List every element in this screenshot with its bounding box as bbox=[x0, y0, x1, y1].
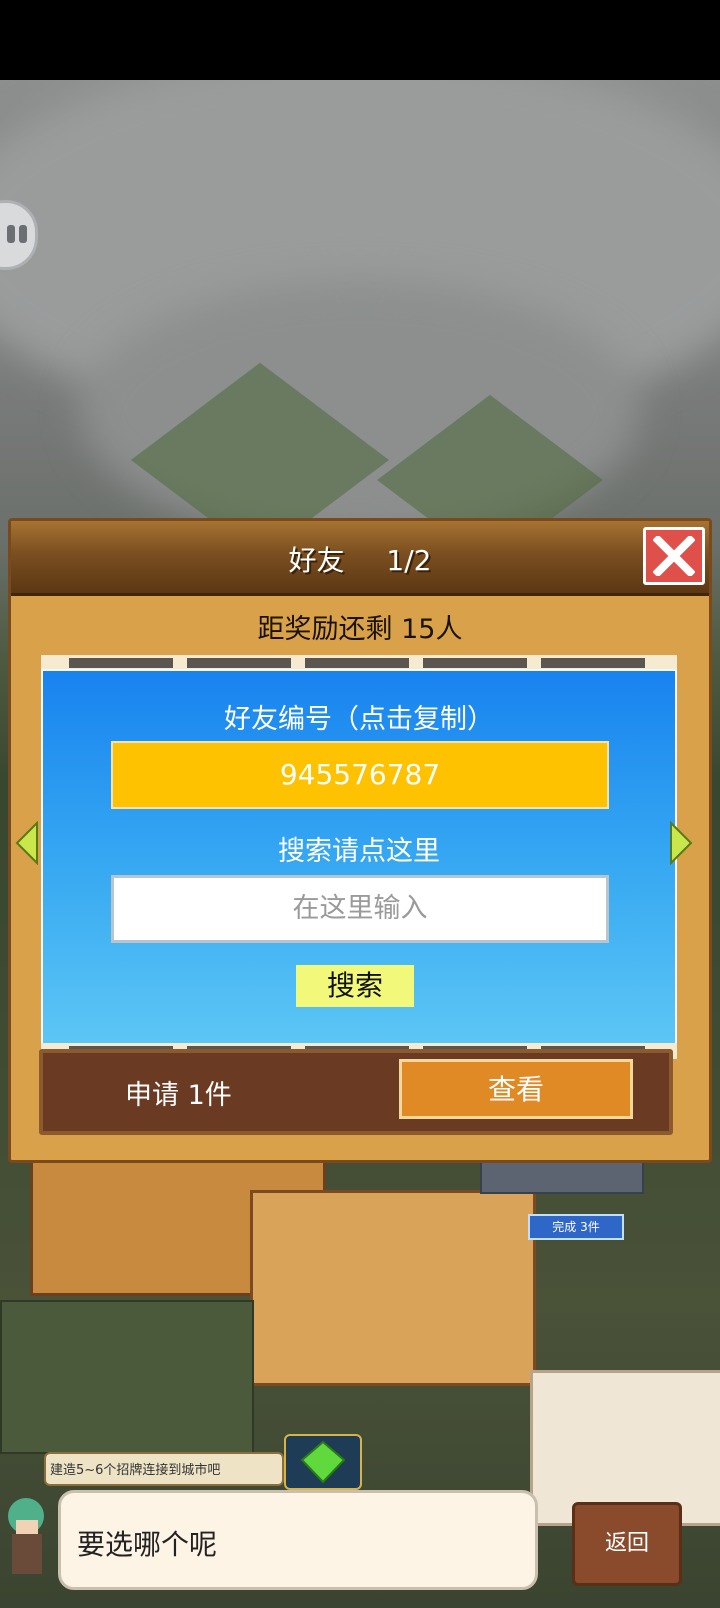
tab-slot[interactable] bbox=[423, 658, 527, 668]
tab-slot[interactable] bbox=[187, 658, 291, 668]
dialog-header: 好友 1/2 bbox=[11, 521, 709, 596]
dialog-title: 好友 1/2 bbox=[11, 539, 709, 579]
gem-icon bbox=[300, 1440, 346, 1484]
friend-panel: 好友编号（点击复制） 945576787 搜索请点这里 在这里输入 搜索 bbox=[41, 669, 677, 1045]
close-icon bbox=[653, 536, 695, 576]
complete-badge[interactable]: 完成 3件 bbox=[528, 1214, 624, 1240]
speech-text: 要选哪个呢 bbox=[77, 1528, 218, 1561]
request-count: 申请 1件 bbox=[125, 1080, 232, 1111]
friend-id-box[interactable]: 945576787 bbox=[111, 741, 609, 809]
close-button[interactable] bbox=[643, 527, 705, 585]
friend-id-label: 好友编号（点击复制） bbox=[224, 704, 494, 735]
search-input[interactable]: 在这里输入 bbox=[111, 875, 609, 943]
field-plot[interactable] bbox=[0, 1300, 254, 1454]
view-button[interactable]: 查看 bbox=[399, 1059, 633, 1119]
reward-status: 距奖励还剩 15人 bbox=[257, 614, 463, 645]
friends-dialog: 好友 1/2 距奖励还剩 15人 好友编号（点击复制） 945576787 搜索… bbox=[8, 518, 712, 1163]
dialog-title-text: 好友 bbox=[288, 544, 345, 577]
gem-button[interactable] bbox=[284, 1434, 362, 1490]
right-arrow-icon[interactable] bbox=[669, 821, 693, 865]
status-bar bbox=[0, 0, 720, 80]
tab-slot[interactable] bbox=[305, 658, 409, 668]
speech-bubble: 要选哪个呢 bbox=[58, 1490, 538, 1590]
avatar bbox=[0, 1490, 58, 1586]
request-bar: 申请 1件 查看 bbox=[39, 1049, 673, 1135]
tab-slot[interactable] bbox=[69, 658, 173, 668]
handle-eye-icon bbox=[19, 225, 27, 243]
hint-banner[interactable]: 建造5~6个招牌连接到城市吧 bbox=[44, 1452, 284, 1486]
back-button[interactable]: 返回 bbox=[572, 1502, 682, 1586]
page-indicator: 1/2 bbox=[386, 544, 432, 577]
search-button[interactable]: 搜索 bbox=[296, 965, 414, 1007]
tab-slot[interactable] bbox=[541, 658, 645, 668]
left-arrow-icon[interactable] bbox=[15, 821, 39, 865]
handle-eye-icon bbox=[7, 225, 15, 243]
building-inn[interactable] bbox=[250, 1190, 536, 1386]
search-label: 搜索请点这里 bbox=[278, 836, 440, 867]
